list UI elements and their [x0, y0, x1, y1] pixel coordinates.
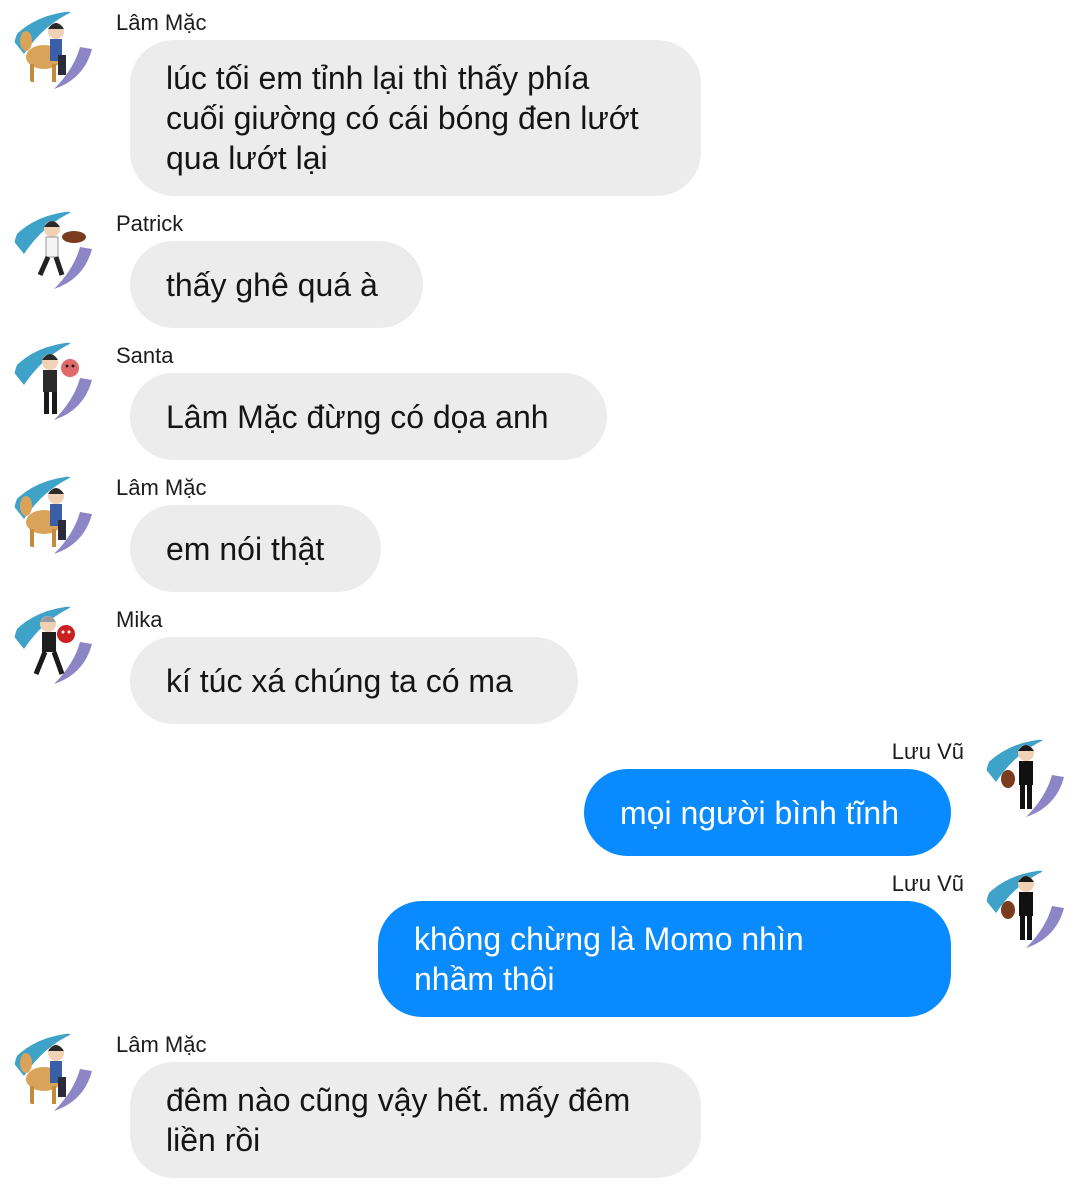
message-text-line: đêm nào cũng vậy hết. mấy đêm: [166, 1082, 631, 1118]
avatar[interactable]: [14, 604, 94, 684]
avatar[interactable]: [14, 209, 94, 289]
message-text-line: nhầm thôi: [414, 961, 555, 997]
message-text-line: Lâm Mặc đừng có dọa anh: [166, 398, 549, 435]
sender-name: Lưu Vũ: [891, 871, 964, 896]
camel-rider-avatar-icon: [14, 1033, 92, 1111]
message-bubble[interactable]: mọi người bình tĩnh: [584, 769, 951, 856]
message-text-line: cuối giường có cái bóng đen lướt: [166, 100, 639, 136]
camel-rider-avatar-icon: [14, 11, 92, 89]
message-text-line: kí túc xá chúng ta có ma: [166, 662, 513, 699]
message-bubble[interactable]: kí túc xá chúng ta có ma: [130, 637, 578, 724]
black-suit-avatar-icon: [986, 870, 1064, 948]
message-text-line: lúc tối em tỉnh lại thì thấy phía: [166, 60, 590, 96]
message-bubble[interactable]: không chừng là Momo nhìn nhầm thôi: [378, 901, 951, 1017]
avatar[interactable]: [14, 9, 94, 89]
message-bubble[interactable]: đêm nào cũng vậy hết. mấy đêm liền rồi: [130, 1062, 701, 1178]
message-bubble[interactable]: lúc tối em tỉnh lại thì thấy phía cuối g…: [130, 40, 701, 196]
sender-name: Lưu Vũ: [891, 739, 964, 764]
avatar[interactable]: [986, 868, 1066, 948]
avatar[interactable]: [986, 737, 1066, 817]
camel-rider-avatar-icon: [14, 476, 92, 554]
sender-name: Mika: [116, 607, 163, 632]
message-text-line: qua lướt lại: [166, 140, 328, 176]
chat-thread[interactable]: Lâm Mặc lúc tối em tỉnh lại thì thấy phí…: [0, 0, 1080, 1192]
message-bubble[interactable]: thấy ghê quá à: [130, 241, 423, 328]
suit-mask-avatar-icon: [14, 342, 92, 420]
message-text-line: mọi người bình tĩnh: [620, 794, 899, 831]
sender-name: Santa: [116, 343, 174, 368]
sender-name: Lâm Mặc: [116, 1032, 207, 1057]
sender-name: Lâm Mặc: [116, 10, 207, 35]
message-bubble[interactable]: em nói thật: [130, 505, 381, 592]
avatar[interactable]: [14, 1031, 94, 1111]
message-text-line: em nói thật: [166, 530, 325, 567]
chef-avatar-icon: [14, 211, 92, 289]
black-suit-avatar-icon: [986, 739, 1064, 817]
sender-name: Lâm Mặc: [116, 475, 207, 500]
message-text-line: không chừng là Momo nhìn: [414, 921, 804, 957]
message-text-line: liền rồi: [166, 1122, 261, 1158]
avatar[interactable]: [14, 474, 94, 554]
red-mask-avatar-icon: [14, 606, 92, 684]
sender-name: Patrick: [116, 211, 184, 236]
avatar[interactable]: [14, 340, 94, 420]
message-bubble[interactable]: Lâm Mặc đừng có dọa anh: [130, 373, 607, 460]
message-text-line: thấy ghê quá à: [166, 266, 378, 303]
